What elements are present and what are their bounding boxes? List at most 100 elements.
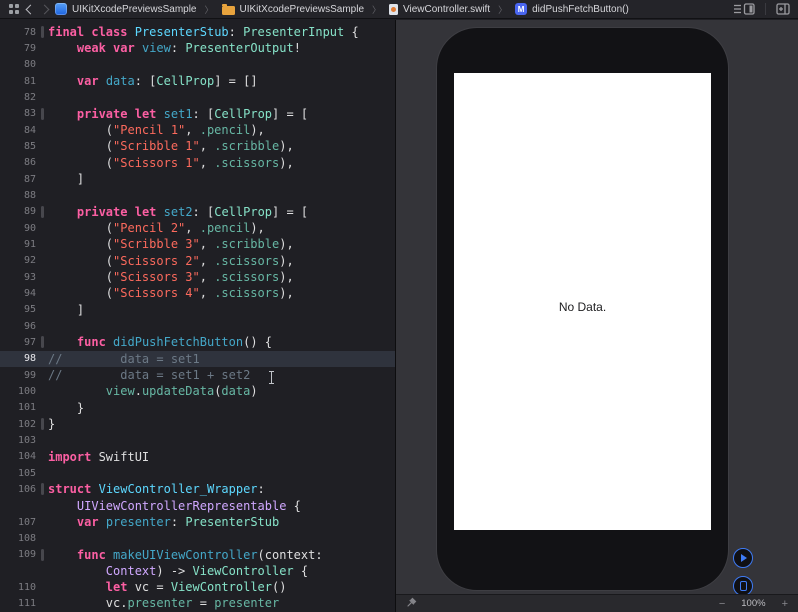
- line-number[interactable]: 96: [0, 321, 39, 332]
- code-line[interactable]: 98 // data = set1: [0, 350, 395, 367]
- zoom-out-button[interactable]: −: [719, 598, 725, 610]
- code-line[interactable]: 91 ("Scribble 3", .scribble),: [0, 236, 395, 252]
- code-line[interactable]: 101 }: [0, 400, 395, 416]
- code-line[interactable]: 78 final class PresenterStub: PresenterIn…: [0, 24, 395, 40]
- code-text: import SwiftUI: [48, 449, 150, 464]
- code-line[interactable]: 79 weak var view: PresenterOutput!: [0, 40, 395, 56]
- fold-ribbon: [39, 498, 48, 514]
- line-number[interactable]: 94: [0, 288, 39, 299]
- zoom-level[interactable]: 100%: [741, 598, 765, 609]
- code-line[interactable]: 88: [0, 187, 395, 203]
- breadcrumb-file[interactable]: ViewController.swift: [389, 3, 491, 15]
- line-number[interactable]: 102: [0, 419, 39, 430]
- device-screen[interactable]: No Data.: [454, 73, 711, 530]
- line-number[interactable]: 93: [0, 272, 39, 283]
- line-number[interactable]: 100: [0, 386, 39, 397]
- line-number[interactable]: 82: [0, 92, 39, 103]
- fold-ribbon: [39, 269, 48, 285]
- code-line[interactable]: 99 // data = set1 + set2: [0, 367, 395, 383]
- code-text: ("Scissors 3", .scissors),: [48, 269, 294, 284]
- line-number[interactable]: 104: [0, 451, 39, 462]
- line-number[interactable]: 108: [0, 533, 39, 544]
- code-line[interactable]: 90 ("Pencil 2", .pencil),: [0, 220, 395, 236]
- line-number[interactable]: 103: [0, 435, 39, 446]
- code-line[interactable]: 97 func didPushFetchButton() {: [0, 334, 395, 350]
- code-line[interactable]: 108: [0, 530, 395, 546]
- code-line[interactable]: 92 ("Scissors 2", .scissors),: [0, 253, 395, 269]
- code-line[interactable]: 109 func makeUIViewController(context:: [0, 547, 395, 563]
- related-items-icon[interactable]: [8, 3, 20, 15]
- zoom-in-button[interactable]: +: [782, 598, 788, 610]
- line-number[interactable]: 97: [0, 337, 39, 348]
- line-number[interactable]: 84: [0, 125, 39, 136]
- line-number[interactable]: 90: [0, 223, 39, 234]
- line-number[interactable]: 78: [0, 27, 39, 38]
- code-line[interactable]: 87 ]: [0, 171, 395, 187]
- code-text: ("Scribble 3", .scribble),: [48, 237, 294, 252]
- line-number[interactable]: 83: [0, 108, 39, 119]
- code-line[interactable]: 106 struct ViewController_Wrapper:: [0, 481, 395, 497]
- code-text: ("Pencil 2", .pencil),: [48, 220, 265, 235]
- code-line[interactable]: 111 vc.presenter = presenter: [0, 595, 395, 611]
- line-number[interactable]: 95: [0, 304, 39, 315]
- breadcrumb-project[interactable]: UIKitXcodePreviewsSample: [55, 3, 197, 15]
- code-line[interactable]: 86 ("Scissors 1", .scissors),: [0, 155, 395, 171]
- line-number[interactable]: 106: [0, 484, 39, 495]
- line-number[interactable]: 79: [0, 43, 39, 54]
- line-number[interactable]: 109: [0, 549, 39, 560]
- code-line[interactable]: 107 var presenter: PresenterStub: [0, 514, 395, 530]
- live-preview-button[interactable]: [733, 548, 753, 568]
- line-number[interactable]: 89: [0, 206, 39, 217]
- code-line[interactable]: 100 view.updateData(data): [0, 383, 395, 399]
- breadcrumb-separator: 〉: [372, 4, 382, 15]
- line-number[interactable]: 98: [0, 353, 39, 364]
- code-text: private let set2: [CellProp] = [: [76, 204, 309, 219]
- line-number[interactable]: 105: [0, 468, 39, 479]
- source-editor[interactable]: 78 final class PresenterStub: PresenterIn…: [0, 20, 395, 612]
- breadcrumb-label: ViewController.swift: [403, 3, 491, 15]
- fold-ribbon: [39, 73, 48, 89]
- breadcrumb-group[interactable]: UIKitXcodePreviewsSample: [221, 3, 364, 15]
- code-line[interactable]: 82: [0, 89, 395, 105]
- code-line[interactable]: 84 ("Pencil 1", .pencil),: [0, 122, 395, 138]
- forward-button[interactable]: [39, 4, 50, 14]
- line-number[interactable]: 87: [0, 174, 39, 185]
- code-line[interactable]: 110 let vc = ViewController(): [0, 579, 395, 595]
- code-line[interactable]: 96: [0, 318, 395, 334]
- pin-icon[interactable]: [406, 595, 418, 612]
- add-editor-icon[interactable]: [776, 3, 790, 15]
- code-line[interactable]: UIViewControllerRepresentable {: [0, 498, 395, 514]
- code-line[interactable]: 104 import SwiftUI: [0, 449, 395, 465]
- line-number[interactable]: 107: [0, 517, 39, 528]
- code-line[interactable]: 103: [0, 432, 395, 448]
- line-number[interactable]: 88: [0, 190, 39, 201]
- line-number[interactable]: 92: [0, 255, 39, 266]
- code-line[interactable]: 105: [0, 465, 395, 481]
- breadcrumb-symbol[interactable]: M didPushFetchButton(): [515, 3, 629, 15]
- code-line[interactable]: 95 ]: [0, 302, 395, 318]
- line-number[interactable]: 99: [0, 370, 39, 381]
- line-number[interactable]: 101: [0, 402, 39, 413]
- editor-options-icon[interactable]: [733, 3, 755, 15]
- back-button[interactable]: [25, 4, 36, 14]
- code-text: Context) -> ViewController {: [105, 563, 309, 578]
- line-number[interactable]: 86: [0, 157, 39, 168]
- code-line[interactable]: 80: [0, 57, 395, 73]
- code-line[interactable]: 89 private let set2: [CellProp] = [: [0, 204, 395, 220]
- code-line[interactable]: Context) -> ViewController {: [0, 563, 395, 579]
- preview-on-device-button[interactable]: [733, 576, 753, 596]
- code-line[interactable]: 81 var data: [CellProp] = []: [0, 73, 395, 89]
- line-number[interactable]: 110: [0, 582, 39, 593]
- fold-ribbon: [39, 318, 48, 334]
- code-line[interactable]: 93 ("Scissors 3", .scissors),: [0, 269, 395, 285]
- code-line[interactable]: 102}: [0, 416, 395, 432]
- code-line[interactable]: 83 private let set1: [CellProp] = [: [0, 106, 395, 122]
- line-number[interactable]: 111: [0, 598, 39, 609]
- code-line[interactable]: 85 ("Scribble 1", .scribble),: [0, 138, 395, 154]
- line-number[interactable]: 80: [0, 59, 39, 70]
- line-number[interactable]: 85: [0, 141, 39, 152]
- code-text: vc.presenter = presenter: [48, 596, 280, 611]
- code-line[interactable]: 94 ("Scissors 4", .scissors),: [0, 285, 395, 301]
- line-number[interactable]: 81: [0, 76, 39, 87]
- line-number[interactable]: 91: [0, 239, 39, 250]
